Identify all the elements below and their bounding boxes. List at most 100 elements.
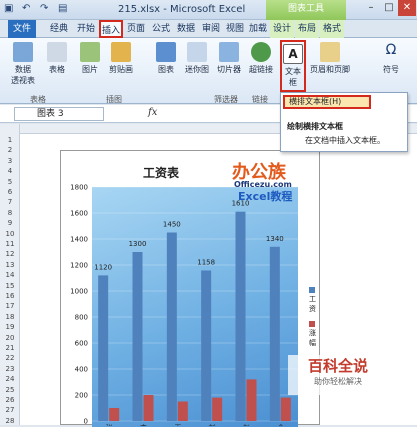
- watermark-title: 百科全说: [307, 357, 368, 375]
- row-number[interactable]: 10: [0, 230, 20, 238]
- horizontal-textbox-item[interactable]: 横排文本框(H): [283, 95, 371, 109]
- brand-subtitle: Excel教程: [238, 190, 293, 203]
- bar-salary[interactable]: [98, 275, 109, 421]
- minimize-button[interactable]: –: [362, 0, 380, 16]
- y-tick-label: 1000: [70, 288, 88, 296]
- fx-icon[interactable]: fx: [148, 107, 157, 118]
- ribbon-tabs: 文件 经典 开始 插入 页面 公式 数据 审阅 视图 加载 设计 布局 格式: [0, 20, 417, 38]
- row-number[interactable]: 27: [0, 406, 20, 414]
- y-tick-label: 1800: [70, 184, 88, 192]
- tab-insert[interactable]: 插入: [99, 20, 123, 38]
- row-number[interactable]: 2: [0, 146, 20, 154]
- tab-view[interactable]: 视图: [224, 20, 246, 38]
- chart-button[interactable]: 图表: [154, 42, 178, 75]
- table-button[interactable]: 表格: [44, 42, 70, 75]
- data-label: 1340: [266, 235, 284, 243]
- row-number[interactable]: 28: [0, 417, 20, 425]
- hyperlink-button[interactable]: 超链接: [246, 42, 276, 75]
- bar-raise[interactable]: [177, 401, 188, 422]
- bar-raise[interactable]: [280, 397, 291, 421]
- bar-raise[interactable]: [212, 397, 223, 421]
- slicer-button[interactable]: 切片器: [214, 42, 244, 75]
- row-number[interactable]: 1: [0, 136, 20, 144]
- tab-file[interactable]: 文件: [8, 20, 36, 38]
- group-label-illustrations: 插图: [106, 95, 122, 104]
- row-number[interactable]: 17: [0, 302, 20, 310]
- tab-format[interactable]: 格式: [320, 20, 344, 38]
- slicer-icon: [219, 42, 239, 62]
- tab-home[interactable]: 开始: [74, 20, 98, 38]
- window-title: 215.xlsx - Microsoft Excel: [118, 4, 246, 15]
- tab-formulas[interactable]: 公式: [149, 20, 173, 38]
- row-number[interactable]: 6: [0, 188, 20, 196]
- row-number[interactable]: 19: [0, 323, 20, 331]
- bar-raise[interactable]: [109, 408, 120, 421]
- row-number[interactable]: 7: [0, 198, 20, 206]
- close-button[interactable]: ✕: [398, 0, 416, 16]
- legend-entry[interactable]: 工资: [309, 286, 319, 314]
- tab-page-layout[interactable]: 页面: [124, 20, 148, 38]
- undo-icon[interactable]: ↶: [22, 3, 30, 14]
- header-footer-icon: [320, 42, 340, 62]
- legend[interactable]: 工资 涨幅: [309, 286, 319, 354]
- name-box[interactable]: 图表 3: [14, 107, 104, 121]
- row-number[interactable]: 15: [0, 282, 20, 290]
- bar-salary[interactable]: [235, 211, 246, 421]
- group-label-filter: 筛选器: [214, 95, 238, 104]
- row-number[interactable]: 14: [0, 271, 20, 279]
- row-number[interactable]: 20: [0, 334, 20, 342]
- clipart-button[interactable]: 剪贴画: [104, 42, 138, 75]
- row-number[interactable]: 22: [0, 354, 20, 362]
- row-number[interactable]: 16: [0, 292, 20, 300]
- bar-raise[interactable]: [246, 379, 257, 421]
- tab-layout[interactable]: 布局: [295, 20, 319, 38]
- x-category-label: 王: [174, 424, 181, 426]
- row-number[interactable]: 4: [0, 167, 20, 175]
- textbox-dropdown-menu: 横排文本框(H) 绘制横排文本框 在文档中插入文本框。: [280, 92, 408, 152]
- symbol-button[interactable]: Ω 符号: [378, 42, 404, 75]
- picture-button[interactable]: 图片: [78, 42, 102, 75]
- data-label: 1300: [129, 240, 147, 248]
- maximize-button[interactable]: □: [380, 0, 398, 16]
- row-number[interactable]: 11: [0, 240, 20, 248]
- row-number[interactable]: 18: [0, 313, 20, 321]
- textbox-tooltip-description: 在文档中插入文本框。: [305, 136, 385, 145]
- y-tick-label: 1600: [70, 210, 88, 218]
- excel-app-icon[interactable]: ▣: [4, 3, 13, 14]
- redo-icon[interactable]: ↷: [40, 3, 48, 14]
- tab-addins[interactable]: 加载: [247, 20, 269, 38]
- legend-entry[interactable]: 涨幅: [309, 320, 319, 348]
- pivottable-button[interactable]: 数据 透视表: [6, 42, 40, 86]
- tab-design[interactable]: 设计: [270, 20, 294, 38]
- tab-data[interactable]: 数据: [174, 20, 198, 38]
- tab-classic[interactable]: 经典: [46, 20, 72, 38]
- data-label: 1120: [94, 263, 112, 271]
- row-number[interactable]: 12: [0, 250, 20, 258]
- sparklines-button[interactable]: 迷你图: [182, 42, 212, 75]
- bar-salary[interactable]: [132, 252, 143, 421]
- row-number[interactable]: 13: [0, 261, 20, 269]
- chart-tools-context-label: 图表工具: [266, 0, 346, 20]
- row-number[interactable]: 21: [0, 344, 20, 352]
- group-label-tables: 表格: [30, 95, 46, 104]
- bar-salary[interactable]: [269, 246, 280, 421]
- corner-watermark: 百科全说 助你轻松解决: [288, 355, 388, 395]
- y-tick-label: 0: [84, 418, 88, 426]
- row-number[interactable]: 26: [0, 396, 20, 404]
- row-number[interactable]: 23: [0, 365, 20, 373]
- bar-salary[interactable]: [166, 232, 177, 422]
- title-bar: ▣ ↶ ↷ ▤ 215.xlsx - Microsoft Excel 图表工具 …: [0, 0, 417, 20]
- row-number[interactable]: 25: [0, 386, 20, 394]
- row-number[interactable]: 5: [0, 178, 20, 186]
- clipart-icon: [111, 42, 131, 62]
- header-footer-button[interactable]: 页眉和页脚: [308, 42, 352, 75]
- tab-review[interactable]: 审阅: [199, 20, 223, 38]
- bar-salary[interactable]: [201, 270, 212, 421]
- row-number[interactable]: 3: [0, 157, 20, 165]
- save-icon[interactable]: ▤: [58, 3, 67, 14]
- row-number[interactable]: 24: [0, 375, 20, 383]
- textbox-button[interactable]: A 文本框: [280, 40, 306, 92]
- row-number[interactable]: 9: [0, 219, 20, 227]
- row-number[interactable]: 8: [0, 209, 20, 217]
- bar-raise[interactable]: [143, 395, 154, 421]
